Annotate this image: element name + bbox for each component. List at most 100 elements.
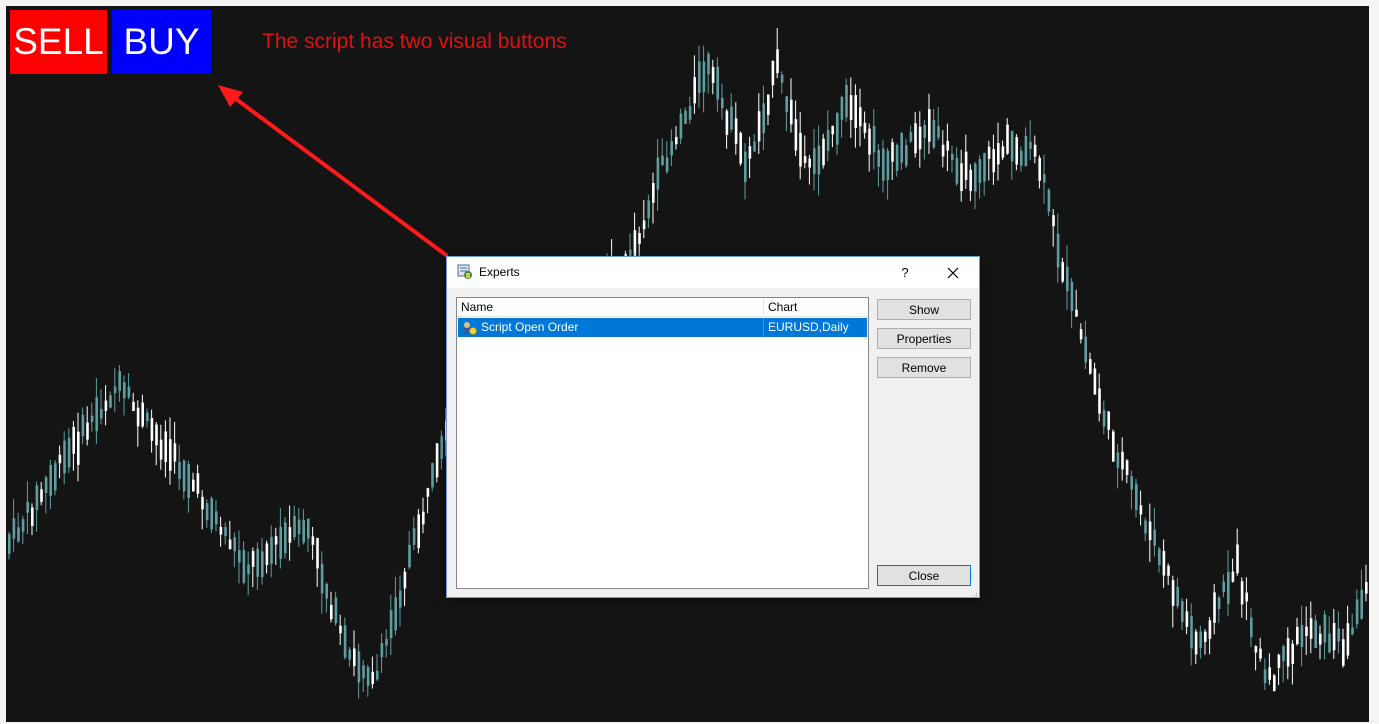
candle-body xyxy=(270,536,273,564)
candle-body xyxy=(251,550,255,567)
candle-body xyxy=(192,479,195,492)
sell-button[interactable]: SELL xyxy=(10,10,107,74)
candle-body xyxy=(136,407,140,427)
candle-body xyxy=(840,96,844,120)
candle-body xyxy=(946,140,949,151)
experts-list[interactable]: Name Chart Script Open Order EURUSD,Dail… xyxy=(456,297,869,589)
candle-body xyxy=(394,597,397,631)
candle-body xyxy=(17,527,20,542)
candle-body xyxy=(1236,544,1239,574)
candle-body xyxy=(1098,388,1101,414)
candle-body xyxy=(1144,520,1147,534)
candle-body xyxy=(1277,654,1281,668)
candle-body xyxy=(969,169,972,192)
candle-body xyxy=(960,163,963,192)
candle-body xyxy=(320,563,324,594)
candle-body xyxy=(1314,620,1317,649)
candle-body xyxy=(288,526,292,543)
candle-body xyxy=(716,66,719,100)
buy-button[interactable]: BUY xyxy=(112,10,211,74)
candle-body xyxy=(399,590,402,608)
candle-body xyxy=(90,415,94,422)
annotation-text: The script has two visual buttons xyxy=(262,30,567,53)
candle-body xyxy=(928,109,931,142)
candle-body xyxy=(1360,589,1363,619)
candle-body xyxy=(836,113,839,145)
candle-body xyxy=(21,519,25,532)
candle-body xyxy=(638,233,641,245)
candle-body xyxy=(1291,643,1294,664)
candle-body xyxy=(831,125,834,135)
candle-body xyxy=(1328,633,1331,653)
candle-body xyxy=(886,150,890,181)
candle-body xyxy=(702,61,706,93)
candle-body xyxy=(1259,648,1262,659)
candle-body xyxy=(905,145,908,166)
candle-body xyxy=(1346,623,1350,656)
candle-body xyxy=(974,163,977,192)
candle-body xyxy=(1162,550,1166,576)
candle-body xyxy=(1213,592,1216,623)
remove-button[interactable]: Remove xyxy=(877,357,971,378)
candle-body xyxy=(118,371,121,391)
candle-body xyxy=(1332,623,1336,651)
candle-body xyxy=(426,488,430,497)
candle-body xyxy=(1305,626,1308,636)
candle-body xyxy=(863,122,867,133)
candle-body xyxy=(1079,329,1083,340)
close-icon[interactable] xyxy=(941,261,965,285)
candle-body xyxy=(1181,601,1184,622)
candle-body xyxy=(362,665,365,679)
help-button[interactable]: ? xyxy=(895,263,915,283)
candle-body xyxy=(81,414,85,437)
candle-body xyxy=(656,157,660,190)
column-header-chart[interactable]: Chart xyxy=(764,298,868,316)
experts-dialog: Experts ? Name Chart Script Open Order E… xyxy=(446,256,980,598)
candle-body xyxy=(1121,451,1124,470)
candle-body xyxy=(164,431,167,463)
candle-body xyxy=(77,431,80,465)
candle-body xyxy=(417,514,420,548)
candle-body xyxy=(882,148,885,181)
candle-body xyxy=(951,153,954,160)
candle-body xyxy=(1029,141,1032,149)
candle-body xyxy=(256,548,259,577)
candle-body xyxy=(339,625,342,634)
candle-body xyxy=(187,464,190,498)
properties-button[interactable]: Properties xyxy=(877,328,971,349)
candle-body xyxy=(776,49,779,74)
dialog-title: Experts xyxy=(479,265,520,279)
candle-body xyxy=(40,489,43,502)
candle-body xyxy=(127,386,131,398)
candle-body xyxy=(891,142,894,162)
candle-body xyxy=(182,460,186,492)
candle-body xyxy=(302,520,305,543)
candle-body xyxy=(1300,624,1304,647)
candle-body xyxy=(1323,614,1327,643)
candle-body xyxy=(1176,586,1179,607)
candle-body xyxy=(215,511,218,525)
candle-body xyxy=(316,537,319,569)
candle-body xyxy=(767,94,770,115)
candle-body xyxy=(808,158,811,168)
candle-body xyxy=(307,518,310,539)
column-header-name[interactable]: Name xyxy=(457,298,764,316)
candle-body xyxy=(435,443,439,478)
candle-body xyxy=(1006,124,1009,154)
candle-body xyxy=(849,95,853,121)
candle-body xyxy=(422,511,425,525)
close-button[interactable]: Close xyxy=(877,565,971,586)
list-item[interactable]: Script Open Order EURUSD,Daily xyxy=(458,318,867,337)
candle-body xyxy=(1227,571,1230,604)
candle-body xyxy=(1194,631,1198,655)
candle-body xyxy=(1351,627,1354,635)
candle-body xyxy=(711,67,715,83)
candle-body xyxy=(895,144,899,171)
candle-body xyxy=(35,485,39,511)
candle-body xyxy=(293,515,296,538)
candle-body xyxy=(1112,431,1115,462)
candle-body xyxy=(412,528,416,545)
show-button[interactable]: Show xyxy=(877,299,971,320)
candle-body xyxy=(1038,157,1041,181)
resize-grip-icon[interactable] xyxy=(970,588,978,598)
